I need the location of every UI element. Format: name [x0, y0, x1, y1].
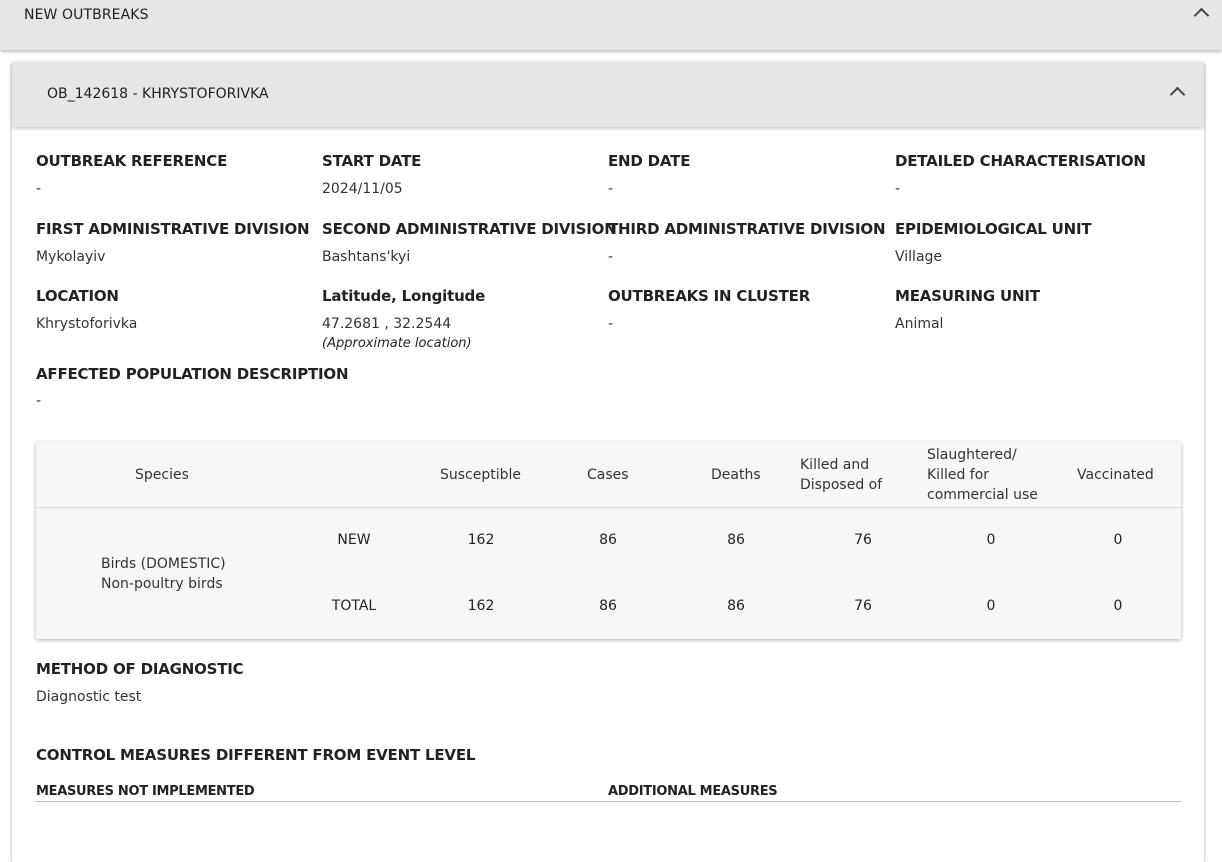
second-admin-division-label: SECOND ADMINISTRATIVE DIVISION [322, 220, 617, 238]
approximate-location-note: (Approximate location) [322, 336, 472, 351]
first-admin-division-label: FIRST ADMINISTRATIVE DIVISION [36, 220, 310, 238]
start-date-value: 2024/11/05 [322, 181, 403, 197]
measures-not-implemented-label: MEASURES NOT IMPLEMENTED [36, 784, 255, 799]
diagnostic-label: METHOD OF DIAGNOSTIC [36, 660, 244, 678]
outbreak-reference-label: OUTBREAK REFERENCE [36, 152, 228, 170]
control-measures-title: CONTROL MEASURES DIFFERENT FROM EVENT LE… [36, 746, 476, 764]
header-susceptible: Susceptible [440, 467, 522, 483]
species-name: Birds (DOMESTIC) Non-poultry birds [101, 556, 226, 592]
outbreaks-in-cluster-label: OUTBREAKS IN CLUSTER [608, 287, 811, 305]
lat-long-label: Latitude, Longitude [322, 287, 486, 305]
chevron-up-icon[interactable] [1169, 86, 1186, 103]
header-deaths: Deaths [711, 467, 761, 483]
cell-cases: 86 [599, 532, 617, 548]
measuring-unit-value: Animal [895, 316, 944, 332]
first-admin-division-value: Mykolayiv [36, 249, 106, 265]
end-date-label: END DATE [608, 152, 691, 170]
cell-deaths: 86 [727, 598, 745, 614]
detailed-characterisation-value: - [895, 181, 901, 197]
cell-slaughtered: 0 [986, 598, 996, 614]
second-admin-division-value: Bashtans'kyi [322, 249, 411, 265]
location-value: Khrystoforivka [36, 316, 138, 332]
measures-divider [36, 801, 1181, 802]
cell-slaughtered: 0 [986, 532, 996, 548]
detailed-characterisation-label: DETAILED CHARACTERISATION [895, 152, 1146, 170]
outbreak-card-header[interactable]: OB_142618 - KHRYSTOFORIVKA [12, 62, 1204, 127]
start-date-label: START DATE [322, 152, 422, 170]
new-outbreaks-header[interactable]: NEW OUTBREAKS [0, 0, 1222, 50]
chevron-up-icon[interactable] [1193, 7, 1210, 24]
third-admin-division-label: THIRD ADMINISTRATIVE DIVISION [608, 220, 886, 238]
affected-population-label: AFFECTED POPULATION DESCRIPTION [36, 365, 349, 383]
lat-long-value: 47.2681 , 32.2544 [322, 316, 452, 332]
epidemiological-unit-value: Village [895, 249, 943, 265]
header-vaccinated: Vaccinated [1077, 467, 1154, 483]
new-outbreaks-title: NEW OUTBREAKS [24, 7, 149, 23]
cell-killed-disposed: 76 [854, 598, 872, 614]
epidemiological-unit-label: EPIDEMIOLOGICAL UNIT [895, 220, 1092, 238]
end-date-value: - [608, 181, 614, 197]
row-type: NEW [337, 532, 371, 548]
header-slaughtered: Slaughtered/ Killed for commercial use [927, 447, 1038, 503]
affected-population-value: - [36, 393, 42, 409]
diagnostic-value: Diagnostic test [36, 689, 142, 705]
third-admin-division-value: - [608, 249, 614, 265]
measuring-unit-label: MEASURING UNIT [895, 287, 1040, 305]
table-header-divider [36, 507, 1181, 508]
header-cases: Cases [587, 467, 629, 483]
species-table: Species Susceptible Cases Deaths Killed … [36, 442, 1181, 639]
outbreak-reference-value: - [36, 181, 42, 197]
cell-cases: 86 [599, 598, 617, 614]
header-killed-disposed: Killed and Disposed of [800, 457, 883, 493]
cell-killed-disposed: 76 [854, 532, 872, 548]
cell-deaths: 86 [727, 532, 745, 548]
cell-susceptible: 162 [467, 598, 495, 614]
cell-vaccinated: 0 [1113, 532, 1123, 548]
header-species: Species [135, 467, 189, 483]
location-label: LOCATION [36, 287, 119, 305]
cell-susceptible: 162 [467, 532, 495, 548]
row-type: TOTAL [331, 598, 377, 614]
cell-vaccinated: 0 [1113, 598, 1123, 614]
outbreak-title: OB_142618 - KHRYSTOFORIVKA [47, 86, 269, 102]
additional-measures-label: ADDITIONAL MEASURES [608, 784, 778, 799]
outbreaks-in-cluster-value: - [608, 316, 614, 332]
